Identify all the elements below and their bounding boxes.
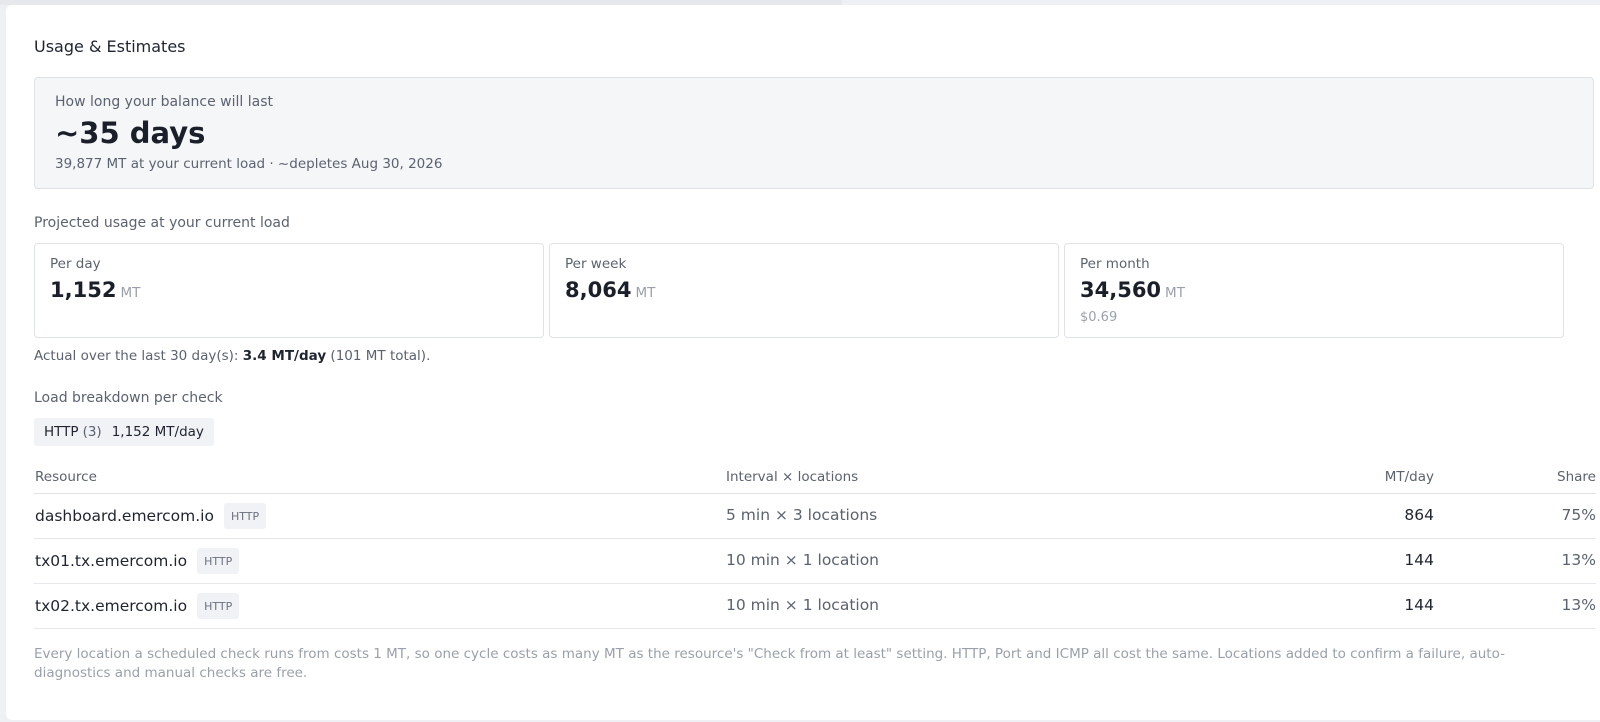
stat-label: Per day xyxy=(50,256,101,272)
stat-unit: MT xyxy=(120,285,141,301)
stat-unit: MT xyxy=(1165,285,1185,301)
balance-days-value: ~35 days xyxy=(55,116,206,150)
balance-label: How long your balance will last xyxy=(55,94,273,110)
mtday-cell: 144 xyxy=(1404,551,1434,569)
type-badge: HTTP xyxy=(223,503,267,529)
stat-value: 8,064 MT xyxy=(565,278,655,302)
header-resource[interactable]: Resource xyxy=(35,469,97,485)
stat-card-per-week: Per week 8,064 MT xyxy=(549,243,1059,338)
actual-prefix: Actual over the last 30 day(s): xyxy=(34,348,243,364)
interval-cell: 10 min × 1 location xyxy=(726,551,880,569)
resource-cell: tx02.tx.emercom.io HTTP xyxy=(35,592,240,620)
stat-label: Per month xyxy=(1080,256,1150,272)
table-row[interactable]: tx02.tx.emercom.io HTTP 10 min × 1 locat… xyxy=(34,584,1596,629)
resource-name[interactable]: tx02.tx.emercom.io xyxy=(35,597,187,615)
stat-card-per-day: Per day 1,152 MT xyxy=(34,243,544,338)
table-row[interactable]: dashboard.emercom.io HTTP 5 min × 3 loca… xyxy=(34,494,1596,539)
stat-number: 34,560 xyxy=(1080,278,1162,302)
card-title: Usage & Estimates xyxy=(34,37,186,56)
type-badge: HTTP xyxy=(197,548,240,574)
header-share[interactable]: Share xyxy=(1557,469,1596,485)
chip-count: (3) xyxy=(82,424,102,440)
stat-cost: $0.69 xyxy=(1080,310,1118,325)
chip-rate: 1,152 MT/day xyxy=(111,424,204,440)
mtday-cell: 864 xyxy=(1404,506,1434,524)
share-cell: 75% xyxy=(1561,506,1596,524)
share-cell: 13% xyxy=(1561,551,1596,569)
stat-label: Per week xyxy=(565,256,627,272)
mtday-cell: 144 xyxy=(1404,596,1434,614)
table-header: Resource Interval × locations MT/day Sha… xyxy=(34,463,1596,494)
actual-rate: 3.4 MT/day xyxy=(242,348,327,364)
resource-cell: dashboard.emercom.io HTTP xyxy=(35,502,267,530)
resource-name[interactable]: tx01.tx.emercom.io xyxy=(35,552,187,570)
actual-suffix: (101 MT total). xyxy=(326,348,431,364)
header-mtday[interactable]: MT/day xyxy=(1385,469,1434,485)
interval-cell: 5 min × 3 locations xyxy=(726,506,878,524)
check-type-chip[interactable]: HTTP (3) 1,152 MT/day xyxy=(34,418,214,446)
cost-footnote: Every location a scheduled check runs fr… xyxy=(34,646,1505,681)
balance-estimate-box: How long your balance will last ~35 days… xyxy=(34,77,1594,189)
projected-usage-label: Projected usage at your current load xyxy=(34,215,290,231)
stat-value: 1,152 MT xyxy=(50,278,140,302)
share-cell: 13% xyxy=(1561,596,1596,614)
stat-number: 8,064 xyxy=(565,278,632,302)
usage-estimates-card: Usage & Estimates How long your balance … xyxy=(6,5,1600,720)
actual-usage-line: Actual over the last 30 day(s): 3.4 MT/d… xyxy=(34,348,430,364)
interval-cell: 10 min × 1 location xyxy=(726,596,880,614)
table-row[interactable]: tx01.tx.emercom.io HTTP 10 min × 1 locat… xyxy=(34,539,1596,584)
type-badge: HTTP xyxy=(197,593,240,619)
stat-value: 34,560 MT xyxy=(1080,278,1185,302)
resource-name[interactable]: dashboard.emercom.io xyxy=(35,507,214,525)
stat-unit: MT xyxy=(635,285,656,301)
stat-number: 1,152 xyxy=(50,278,117,302)
load-breakdown-label: Load breakdown per check xyxy=(34,390,223,406)
resource-cell: tx01.tx.emercom.io HTTP xyxy=(35,547,240,575)
stat-card-per-month: Per month 34,560 MT $0.69 xyxy=(1064,243,1564,338)
balance-subtitle: 39,877 MT at your current load · ~deplet… xyxy=(55,156,443,172)
resource-table: Resource Interval × locations MT/day Sha… xyxy=(34,463,1596,629)
header-interval[interactable]: Interval × locations xyxy=(726,469,858,485)
chip-type: HTTP xyxy=(44,424,79,440)
